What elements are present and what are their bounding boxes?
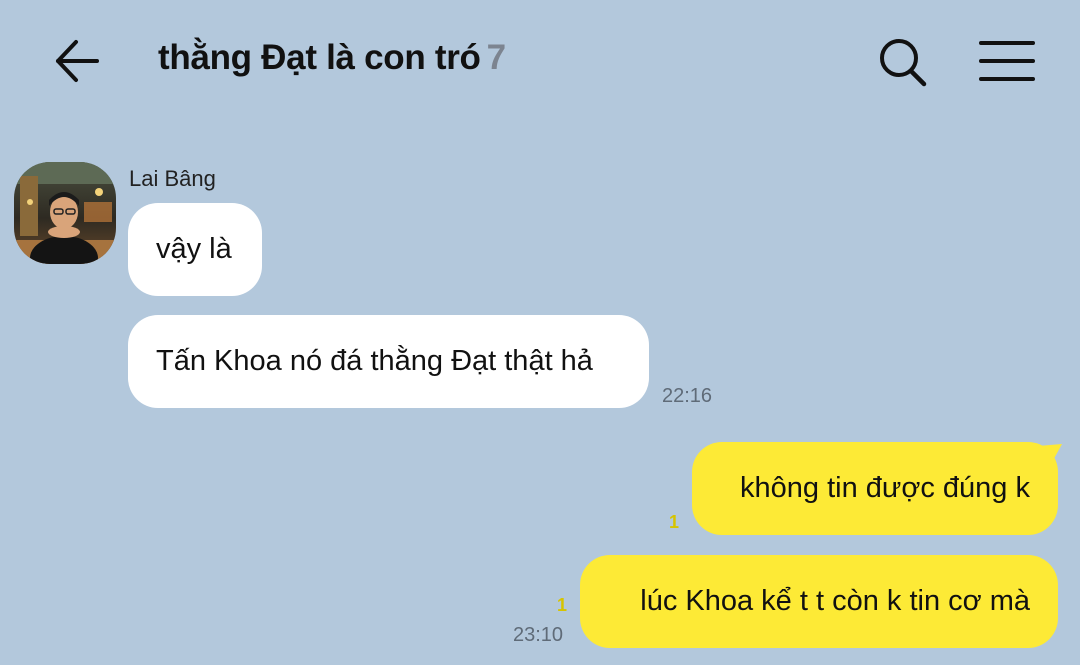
message-text: lúc Khoa kể t t còn k tin cơ mà (640, 585, 1030, 617)
message-text: vậy là (156, 233, 232, 265)
avatar[interactable] (14, 162, 116, 264)
message-timestamp: 22:16 (662, 385, 713, 407)
incoming-message-bubble[interactable]: Tấn Khoa nó đá thằng Đạt thật hả (128, 315, 649, 408)
message-timestamp: 23:10 (513, 624, 564, 646)
message-text: Tấn Khoa nó đá thằng Đạt thật hả (156, 345, 593, 377)
message-text: không tin được đúng k (740, 472, 1030, 504)
outgoing-message-bubble[interactable]: không tin được đúng k (692, 442, 1058, 535)
chat-header: thằng Đạt là con tró 7 (0, 0, 1080, 120)
chat-title[interactable]: thằng Đạt là con tró 7 (158, 38, 506, 78)
unread-count: 1 (557, 595, 568, 615)
search-button[interactable] (876, 36, 930, 90)
member-count: 7 (486, 38, 506, 77)
outgoing-message-bubble[interactable]: lúc Khoa kể t t còn k tin cơ mà (580, 555, 1058, 648)
arrow-left-icon (56, 40, 99, 82)
avatar-photo (14, 162, 116, 264)
sender-name: Lai Bâng (129, 166, 216, 191)
incoming-message-bubble[interactable]: vậy là (128, 203, 262, 296)
search-icon (880, 39, 927, 87)
chat-title-text: thằng Đạt là con tró (158, 38, 481, 77)
unread-count: 1 (669, 512, 680, 532)
hamburger-menu-icon (979, 41, 1035, 81)
menu-button[interactable] (978, 38, 1036, 84)
back-button[interactable] (50, 36, 106, 86)
